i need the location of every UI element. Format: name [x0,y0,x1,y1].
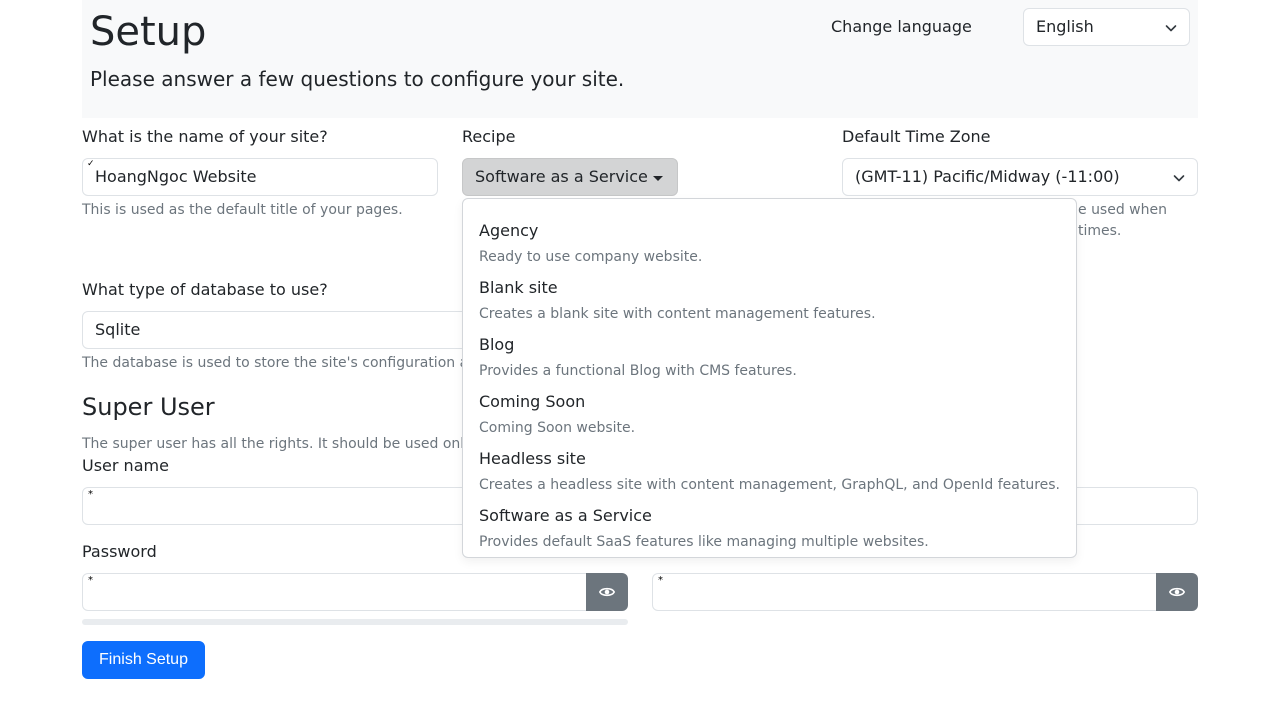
recipe-option-name: Blog [479,335,515,354]
recipe-option-saas[interactable]: Software as a Service Provides default S… [463,492,1076,550]
site-name-input[interactable]: ✓ HoangNgoc Website [82,158,438,196]
page-title: Setup [90,9,207,55]
caret-down-icon [653,176,663,181]
recipe-option-blog[interactable]: Blog Provides a functional Blog with CMS… [463,321,1076,379]
password-label: Password [82,542,157,561]
chevron-down-icon [1173,175,1185,182]
language-select-value: English [1036,17,1094,36]
password-confirm-input[interactable]: * [652,573,1157,611]
chevron-down-icon [1165,25,1177,32]
required-marker: * [658,575,663,586]
super-user-help: The super user has all the rights. It sh… [82,436,465,452]
recipe-option-agency[interactable]: Agency Ready to use company website. [463,207,1076,265]
recipe-option-name: Coming Soon [479,392,586,411]
database-label: What type of database to use? [82,280,328,299]
recipe-dropdown-button[interactable]: Software as a Service [462,158,678,196]
finish-setup-button[interactable]: Finish Setup [82,641,205,679]
password-input[interactable]: * [82,573,587,611]
recipe-dropdown-menu: Agency Ready to use company website. Bla… [462,198,1077,558]
recipe-option-name: Blank site [479,278,558,297]
setup-header: Setup Please answer a few questions to c… [82,0,1198,118]
recipe-option-blank-site[interactable]: Blank site Creates a blank site with con… [463,264,1076,322]
recipe-option-name: Headless site [479,449,586,468]
recipe-option-name: Agency [479,221,539,240]
recipe-option-name: Software as a Service [479,506,652,525]
recipe-label: Recipe [462,127,516,146]
timezone-help-line1: e used when [1078,202,1167,218]
timezone-select[interactable]: (GMT-11) Pacific/Midway (-11:00) [842,158,1198,196]
language-select[interactable]: English [1023,8,1190,46]
site-name-help: This is used as the default title of you… [82,202,403,218]
site-name-label: What is the name of your site? [82,127,328,146]
recipe-option-coming-soon[interactable]: Coming Soon Coming Soon website. [463,378,1076,436]
page-subtitle: Please answer a few questions to configu… [90,67,625,91]
site-name-value: HoangNgoc Website [95,167,257,186]
recipe-selected-value: Software as a Service [475,167,648,186]
timezone-label: Default Time Zone [842,127,991,146]
eye-icon [1169,587,1185,597]
timezone-value: (GMT-11) Pacific/Midway (-11:00) [855,167,1120,186]
database-value: Sqlite [95,320,141,339]
timezone-help-line2: times. [1078,223,1122,239]
password-strength-bar [82,619,628,625]
required-check-icon: ✓ [87,159,95,169]
database-help: The database is used to store the site's… [82,355,469,371]
eye-icon [599,587,615,597]
show-password-confirm-button[interactable] [1156,573,1198,611]
super-user-title: Super User [82,393,215,421]
change-language-label: Change language [831,17,972,36]
username-label: User name [82,456,169,475]
required-marker: * [88,575,93,586]
show-password-button[interactable] [586,573,628,611]
required-marker: * [88,489,93,500]
recipe-option-headless-site[interactable]: Headless site Creates a headless site wi… [463,435,1076,493]
recipe-option-description: Provides default SaaS features like mana… [479,534,929,550]
